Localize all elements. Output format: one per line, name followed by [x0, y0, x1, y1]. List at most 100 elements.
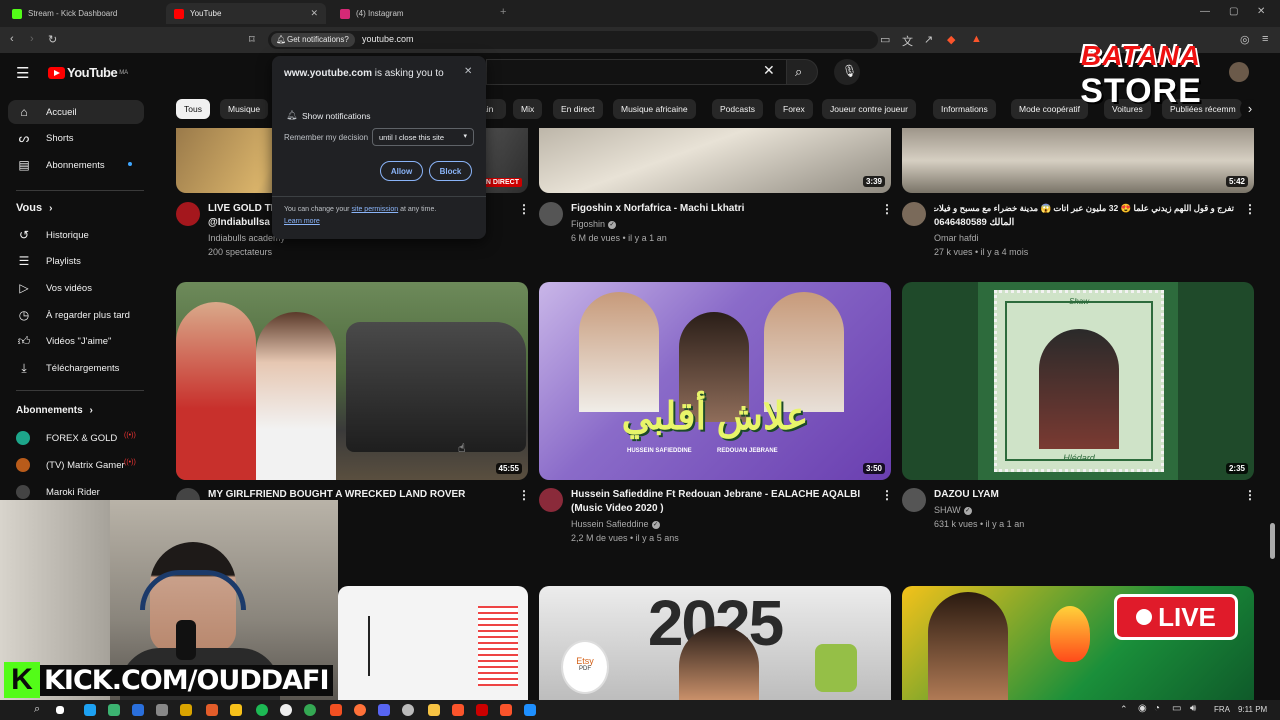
chip-mix[interactable]: Mix [513, 99, 543, 119]
remember-select[interactable]: until I close this site ▾ [372, 128, 474, 146]
chrome-icon[interactable] [304, 704, 316, 716]
translate-icon[interactable]: 文 [902, 33, 913, 49]
more-options-icon[interactable]: ⋮ [1244, 202, 1256, 216]
sidebar-subs-header[interactable]: Abonnements › [16, 405, 93, 416]
app-icon[interactable] [330, 704, 342, 716]
share-icon[interactable]: ↗ [924, 33, 933, 46]
chip-joueur-contre-joueur[interactable]: Joueur contre joueur [822, 99, 916, 119]
brave-icon[interactable] [452, 704, 464, 716]
app-icon[interactable] [108, 704, 120, 716]
close-tab-icon[interactable]: ✕ [310, 8, 318, 19]
chip-musique-africaine[interactable]: Musique africaine [613, 99, 696, 119]
video-title[interactable]: Hussein Safieddine Ft Redouan Jebrane - … [571, 488, 871, 516]
tab-kick-dashboard[interactable]: Stream - Kick Dashboard [4, 3, 162, 24]
video-thumbnail[interactable]: 2025 Etsy PDF [539, 586, 891, 700]
more-options-icon[interactable]: ⋮ [518, 488, 530, 502]
video-thumbnail[interactable] [338, 586, 528, 700]
chip-tous[interactable]: Tous [176, 99, 210, 119]
learn-more-link[interactable]: Learn more [284, 218, 320, 225]
channel-name[interactable]: Figoshin [571, 219, 605, 229]
battery-icon[interactable]: ▭ [1172, 703, 1181, 714]
sidebar-sub-matrix-gamer[interactable]: (TV) Matrix Gamer ((•)) [8, 453, 144, 477]
app-icon[interactable] [524, 704, 536, 716]
new-tab-icon[interactable]: + [500, 6, 506, 18]
photoshop-icon[interactable] [132, 704, 144, 716]
video-thumbnail[interactable]: 45:55 [176, 282, 528, 480]
video-thumbnail[interactable]: LIVE [902, 586, 1254, 700]
channel-avatar[interactable] [902, 202, 926, 226]
chip-en-direct[interactable]: En direct [553, 99, 603, 119]
chips-next-icon[interactable]: › [1240, 99, 1260, 119]
sidebar-item-shorts[interactable]: ᔕ Shorts [8, 126, 144, 150]
search-input[interactable] [486, 59, 786, 85]
minimize-icon[interactable]: — [1200, 6, 1210, 17]
close-window-icon[interactable]: ✕ [1257, 6, 1265, 17]
reload-icon[interactable]: ↻ [48, 33, 57, 46]
chip-informations[interactable]: Informations [933, 99, 996, 119]
video-thumbnail[interactable]: علاش أقلبي HUSSEIN SAFIEDDINE REDOUAN JE… [539, 282, 891, 480]
more-options-icon[interactable]: ⋮ [881, 202, 893, 216]
cast-icon[interactable]: ▭ [880, 33, 890, 46]
account-avatar[interactable] [1229, 62, 1249, 82]
maximize-icon[interactable]: ▢ [1229, 6, 1238, 17]
video-title[interactable]: DAZOU LYAM [934, 488, 1234, 502]
sidebar-item-liked[interactable]: 👍︎ Vidéos "J'aime" [8, 329, 144, 353]
more-options-icon[interactable]: ⋮ [1244, 488, 1256, 502]
address-bar[interactable]: 🔔︎ Get notifications? youtube.com [268, 31, 878, 49]
clock[interactable]: 9:11 PM [1238, 705, 1267, 714]
video-title[interactable]: LIVE GOLD TI [208, 202, 278, 216]
app-icon[interactable] [280, 704, 292, 716]
channel-name[interactable]: Omar hafdi [934, 231, 979, 246]
close-dialog-icon[interactable]: ✕ [464, 66, 472, 77]
brave-icon[interactable] [500, 704, 512, 716]
site-permission-link[interactable]: site permission [351, 206, 398, 213]
sidebar-vous-header[interactable]: Vous › [16, 202, 52, 214]
notification-chip[interactable]: 🔔︎ Get notifications? [271, 33, 355, 47]
bookmark-icon[interactable]: ⌑ [249, 33, 255, 46]
channel-avatar[interactable] [539, 488, 563, 512]
obs-icon[interactable] [402, 704, 414, 716]
video-thumbnail[interactable]: 5:42 [902, 128, 1254, 193]
channel-name[interactable]: Hussein Safieddine [571, 519, 649, 529]
voice-search-button[interactable]: 🎙︎ [834, 59, 860, 85]
tab-youtube[interactable]: YouTube ✕ [166, 3, 326, 24]
channel-name[interactable]: SHAW [934, 505, 961, 515]
forward-icon[interactable]: › [30, 33, 34, 45]
app-icon[interactable] [156, 704, 168, 716]
youtube-logo[interactable]: YouTube MA [48, 65, 128, 80]
tray-chevron-icon[interactable]: ⌃ [1120, 704, 1128, 715]
chip-forex[interactable]: Forex [775, 99, 813, 119]
task-view-icon[interactable] [56, 706, 64, 714]
video-thumbnail[interactable]: 3:39 [539, 128, 891, 193]
sidebar-item-playlists[interactable]: ☰ Playlists [8, 249, 144, 273]
video-title-line2[interactable]: @Indiabullsa [208, 216, 278, 230]
vpn-icon[interactable]: ◎ [1240, 33, 1250, 46]
channel-avatar[interactable] [176, 202, 200, 226]
sidebar-item-abonnements[interactable]: ▤ Abonnements [8, 153, 144, 177]
network-icon[interactable]: ◉ [1138, 703, 1147, 714]
volume-icon[interactable]: 🔊︎ [1190, 703, 1196, 714]
sidebar-item-historique[interactable]: ↺ Historique [8, 223, 144, 247]
app-icon[interactable] [180, 704, 192, 716]
firefox-icon[interactable] [354, 704, 366, 716]
more-options-icon[interactable]: ⋮ [518, 202, 530, 216]
more-options-icon[interactable]: ⋮ [881, 488, 893, 502]
allow-button[interactable]: Allow [380, 161, 423, 181]
sidebar-item-watch-later[interactable]: ◷ À regarder plus tard [8, 303, 144, 327]
channel-avatar[interactable] [539, 202, 563, 226]
search-icon[interactable]: ⌕ [34, 703, 40, 716]
app-icon[interactable] [230, 704, 242, 716]
video-title[interactable]: تفرج و قول اللهم زيدني علما 😍 32 مليون ع… [934, 201, 1234, 215]
tab-instagram[interactable]: (4) Instagram [332, 3, 492, 24]
video-title[interactable]: Figoshin x Norfafrica - Machi Lkhatri [571, 202, 871, 216]
search-button[interactable]: ⌕ [786, 59, 818, 85]
app-icon[interactable] [476, 704, 488, 716]
sidebar-item-downloads[interactable]: ⤓ Téléchargements [8, 356, 144, 380]
channel-avatar[interactable] [902, 488, 926, 512]
url-text[interactable]: youtube.com [362, 34, 414, 44]
sidebar-item-vos-videos[interactable]: ▷ Vos vidéos [8, 276, 144, 300]
app-icon[interactable] [206, 704, 218, 716]
menu-icon[interactable]: ≡ [1262, 33, 1268, 45]
video-title-line2[interactable]: 0646480589 المالك [934, 216, 1014, 230]
spotify-icon[interactable] [256, 704, 268, 716]
